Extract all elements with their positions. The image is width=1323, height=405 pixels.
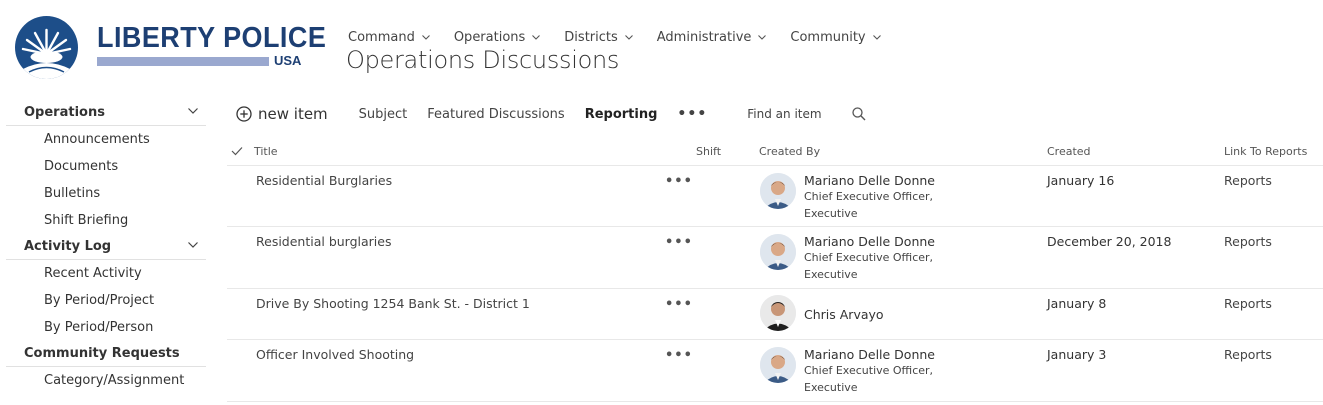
table-row[interactable]: Residential Burglaries ••• Mariano Delle…: [227, 166, 1323, 227]
topnav-administrative[interactable]: Administrative: [657, 30, 767, 45]
add-circle-icon: [236, 106, 252, 122]
column-header-shift[interactable]: Shift: [696, 145, 721, 158]
brand-bar: [97, 57, 269, 66]
created-by-person[interactable]: Mariano Delle Donne Chief Executive Offi…: [804, 347, 964, 396]
person-job-title: Chief Executive Officer, Executive: [804, 251, 934, 281]
nav-link-by-period-project[interactable]: By Period/Project: [6, 287, 206, 314]
nav-link-documents[interactable]: Documents: [6, 153, 206, 180]
search-icon[interactable]: [852, 107, 866, 121]
topnav-community[interactable]: Community: [790, 30, 881, 45]
topnav-label: Administrative: [656, 30, 752, 45]
search-input[interactable]: [747, 107, 853, 121]
topnav-label: Districts: [564, 30, 618, 45]
created-by-person[interactable]: Chris Arvayo: [804, 307, 884, 322]
nav-link-recent-activity[interactable]: Recent Activity: [6, 260, 206, 287]
person-photo-icon: [760, 234, 796, 270]
chevron-down-icon: [758, 35, 767, 40]
created-by-person[interactable]: Mariano Delle Donne Chief Executive Offi…: [804, 173, 964, 222]
top-navigation: Command Operations Districts Administrat…: [348, 30, 905, 45]
avatar: [760, 347, 796, 383]
column-header-link-to-reports[interactable]: Link To Reports: [1224, 145, 1307, 158]
created-date: January 8: [1047, 296, 1107, 311]
nav-link-category-assignment[interactable]: Category/Assignment: [6, 367, 206, 394]
nav-link-by-period-person[interactable]: By Period/Person: [6, 314, 206, 341]
chevron-down-icon: [188, 242, 198, 248]
person-name: Chris Arvayo: [804, 307, 884, 322]
created-date: January 16: [1047, 173, 1115, 188]
column-header-created[interactable]: Created: [1047, 145, 1091, 158]
reports-link[interactable]: Reports: [1224, 296, 1272, 311]
nav-section-activity-log[interactable]: Activity Log: [6, 234, 206, 260]
nav-section-label: Operations: [24, 105, 105, 120]
column-header-created-by[interactable]: Created By: [759, 145, 820, 158]
avatar: [760, 234, 796, 270]
row-title[interactable]: Drive By Shooting 1254 Bank St. - Distri…: [256, 296, 530, 311]
created-by-person[interactable]: Mariano Delle Donne Chief Executive Offi…: [804, 234, 964, 283]
created-date: December 20, 2018: [1047, 234, 1172, 249]
row-more-actions-icon[interactable]: •••: [665, 348, 693, 363]
topnav-label: Operations: [453, 30, 526, 45]
nav-link-bulletins[interactable]: Bulletins: [6, 180, 206, 207]
select-all-checkmark-icon[interactable]: [231, 146, 243, 156]
topnav-districts[interactable]: Districts: [564, 30, 633, 45]
search-box[interactable]: [747, 107, 866, 121]
view-tab-featured-discussions[interactable]: Featured Discussions: [427, 107, 564, 122]
person-job-title: Chief Executive Officer, Executive: [804, 190, 934, 220]
created-date: January 3: [1047, 347, 1107, 362]
row-title[interactable]: Residential burglaries: [256, 234, 392, 249]
view-tab-subject[interactable]: Subject: [359, 107, 408, 122]
table-row[interactable]: Officer Involved Shooting ••• Mariano De…: [227, 340, 1323, 402]
brand-name: LIBERTY POLICE: [97, 22, 327, 54]
reports-link[interactable]: Reports: [1224, 234, 1272, 249]
avatar: [760, 295, 796, 331]
nav-section-community-requests[interactable]: Community Requests: [6, 341, 206, 367]
new-item-label: new item: [258, 105, 328, 123]
reports-link[interactable]: Reports: [1224, 173, 1272, 188]
person-name: Mariano Delle Donne: [804, 347, 935, 362]
topnav-label: Community: [790, 30, 866, 45]
person-job-title: Chief Executive Officer, Executive: [804, 364, 934, 394]
topnav-command[interactable]: Command: [348, 30, 430, 45]
table-row[interactable]: Residential burglaries ••• Mariano Delle…: [227, 227, 1323, 289]
chevron-down-icon: [624, 35, 633, 40]
person-name: Mariano Delle Donne: [804, 173, 935, 188]
row-title[interactable]: Officer Involved Shooting: [256, 347, 414, 362]
nav-section-label: Community Requests: [24, 346, 180, 361]
chevron-down-icon: [532, 35, 541, 40]
row-more-actions-icon[interactable]: •••: [665, 235, 693, 250]
view-tab-reporting[interactable]: Reporting: [585, 107, 658, 122]
chevron-down-icon: [421, 35, 430, 40]
new-item-button[interactable]: new item: [236, 105, 328, 123]
brand-subtitle: USA: [274, 53, 302, 68]
nav-link-announcements[interactable]: Announcements: [6, 126, 206, 153]
discussion-list: Title Shift Created By Created Link To R…: [227, 140, 1323, 402]
row-more-actions-icon[interactable]: •••: [665, 297, 693, 312]
row-more-actions-icon[interactable]: •••: [665, 174, 693, 189]
page-title: Operations Discussions: [346, 46, 620, 74]
avatar: [760, 173, 796, 209]
chevron-down-icon: [188, 108, 198, 114]
statue-of-liberty-icon: [21, 28, 72, 79]
logo-badge[interactable]: [15, 16, 78, 79]
command-bar: new item Subject Featured Discussions Re…: [236, 104, 866, 124]
person-photo-icon: [760, 347, 796, 383]
column-header-title[interactable]: Title: [254, 145, 278, 158]
topnav-label: Command: [348, 30, 415, 45]
row-title[interactable]: Residential Burglaries: [256, 173, 392, 188]
table-row[interactable]: Drive By Shooting 1254 Bank St. - Distri…: [227, 289, 1323, 340]
more-views-icon[interactable]: •••: [677, 106, 707, 122]
topnav-operations[interactable]: Operations: [453, 30, 541, 45]
person-photo-icon: [760, 295, 796, 331]
nav-link-shift-briefing[interactable]: Shift Briefing: [6, 207, 206, 234]
reports-link[interactable]: Reports: [1224, 347, 1272, 362]
nav-section-label: Activity Log: [24, 239, 112, 254]
nav-section-operations[interactable]: Operations: [6, 100, 206, 126]
chevron-down-icon: [872, 35, 881, 40]
brand-wordmark[interactable]: LIBERTY POLICE USA: [97, 22, 327, 70]
person-photo-icon: [760, 173, 796, 209]
person-name: Mariano Delle Donne: [804, 234, 935, 249]
left-navigation: Operations Announcements Documents Bulle…: [6, 100, 206, 394]
list-header: Title Shift Created By Created Link To R…: [227, 140, 1323, 166]
